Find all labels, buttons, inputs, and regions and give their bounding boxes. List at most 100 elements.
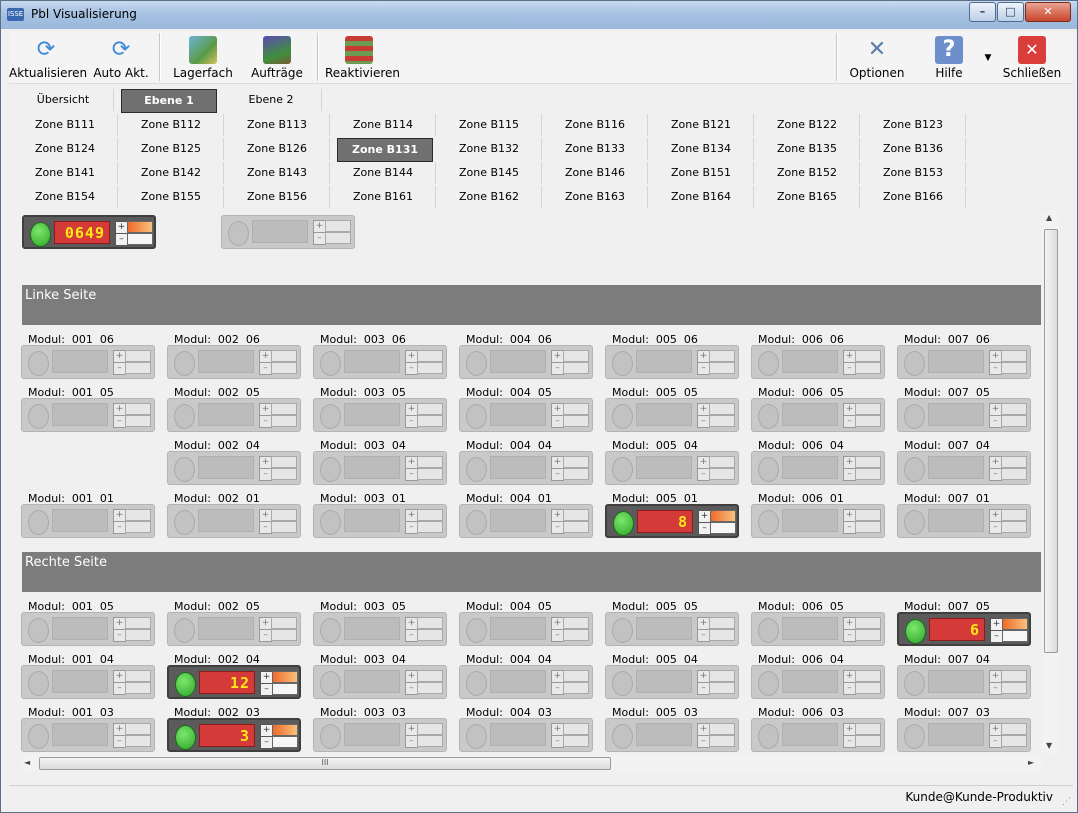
modul-006-06[interactable]: Modul: 006 06 + –: [751, 333, 885, 379]
horizontal-scrollbar[interactable]: ◄ III ►: [22, 755, 1042, 772]
modul-007-06[interactable]: Modul: 007 06 + –: [897, 333, 1031, 379]
modul-005-01[interactable]: Modul: 005 01 8 + –: [605, 492, 739, 538]
modul-003-03[interactable]: Modul: 003 03 + –: [313, 706, 447, 752]
zone-tab[interactable]: Zone B152: [755, 162, 860, 184]
minimize-button[interactable]: –: [969, 2, 996, 22]
zone-tab[interactable]: Zone B121: [649, 114, 754, 136]
vertical-scroll-thumb[interactable]: [1044, 229, 1058, 653]
modul-006-04[interactable]: Modul: 006 04 + –: [751, 439, 885, 485]
zone-tab[interactable]: Zone B133: [543, 138, 648, 160]
zone-tab[interactable]: Zone B142: [119, 162, 224, 184]
modul-001-06[interactable]: Modul: 001 06 + –: [21, 333, 155, 379]
zone-tab[interactable]: Zone B156: [225, 186, 330, 208]
scroll-right-arrow-icon[interactable]: ►: [1028, 758, 1034, 767]
reaktivieren-button[interactable]: Reaktivieren: [325, 33, 400, 83]
modul-001-05[interactable]: Modul: 001 05 + –: [21, 600, 155, 646]
modul-007-03[interactable]: Modul: 007 03 + –: [897, 706, 1031, 752]
modul-004-04[interactable]: Modul: 004 04 + –: [459, 439, 593, 485]
zone-tab[interactable]: Zone B151: [649, 162, 754, 184]
zone-tab[interactable]: Zone B134: [649, 138, 754, 160]
modul-002-05[interactable]: Modul: 002 05 + –: [167, 386, 301, 432]
modul-001-04[interactable]: Modul: 001 04 + –: [21, 653, 155, 699]
modul-004-04[interactable]: Modul: 004 04 + –: [459, 653, 593, 699]
vertical-scrollbar[interactable]: ▲ ▼: [1042, 211, 1059, 755]
modul-003-05[interactable]: Modul: 003 05 + –: [313, 386, 447, 432]
zone-tab[interactable]: Zone B131: [337, 138, 433, 162]
modul-004-05[interactable]: Modul: 004 05 + –: [459, 600, 593, 646]
modul-006-03[interactable]: Modul: 006 03 + –: [751, 706, 885, 752]
zone-tab[interactable]: Zone B122: [755, 114, 860, 136]
modul-006-01[interactable]: Modul: 006 01 + –: [751, 492, 885, 538]
zone-tab[interactable]: Zone B166: [861, 186, 966, 208]
modul-007-04[interactable]: Modul: 007 04 + –: [897, 653, 1031, 699]
zone-tab[interactable]: Zone B145: [437, 162, 542, 184]
level-tab[interactable]: Ebene 2: [221, 89, 322, 111]
zone-tab[interactable]: Zone B112: [119, 114, 224, 136]
level-tab[interactable]: Übersicht: [13, 89, 114, 111]
modul-004-03[interactable]: Modul: 004 03 + –: [459, 706, 593, 752]
modul-001-05[interactable]: Modul: 001 05 + –: [21, 386, 155, 432]
modul-006-05[interactable]: Modul: 006 05 + –: [751, 386, 885, 432]
zone-tab[interactable]: Zone B132: [437, 138, 542, 160]
maximize-button[interactable]: □: [997, 2, 1024, 22]
modul-002-05[interactable]: Modul: 002 05 + –: [167, 600, 301, 646]
modul-003-04[interactable]: Modul: 003 04 + –: [313, 439, 447, 485]
modul-003-06[interactable]: Modul: 003 06 + –: [313, 333, 447, 379]
resize-grip-icon[interactable]: ⋰: [1062, 797, 1071, 807]
zone-tab[interactable]: Zone B113: [225, 114, 330, 136]
modul-001-01[interactable]: Modul: 001 01 + –: [21, 492, 155, 538]
modul-007-05[interactable]: Modul: 007 05 6 + –: [897, 600, 1031, 646]
zone-tab[interactable]: Zone B116: [543, 114, 648, 136]
scroll-down-arrow-icon[interactable]: ▼: [1046, 741, 1052, 750]
close-window-button[interactable]: ✕: [1025, 2, 1071, 22]
zone-tab[interactable]: Zone B123: [861, 114, 966, 136]
modul-004-01[interactable]: Modul: 004 01 + –: [459, 492, 593, 538]
zone-tab[interactable]: Zone B162: [437, 186, 542, 208]
zone-tab[interactable]: Zone B126: [225, 138, 330, 160]
modul-002-03[interactable]: Modul: 002 03 3 + –: [167, 706, 301, 752]
modul-005-04[interactable]: Modul: 005 04 + –: [605, 439, 739, 485]
zone-tab[interactable]: Zone B141: [13, 162, 118, 184]
modul-007-05[interactable]: Modul: 007 05 + –: [897, 386, 1031, 432]
modul-001-03[interactable]: Modul: 001 03 + –: [21, 706, 155, 752]
modul-007-01[interactable]: Modul: 007 01 + –: [897, 492, 1031, 538]
zone-tab[interactable]: Zone B135: [755, 138, 860, 160]
scroll-up-arrow-icon[interactable]: ▲: [1046, 213, 1052, 222]
auto-akt-button[interactable]: ⟳ Auto Akt.: [93, 33, 149, 83]
modul-005-03[interactable]: Modul: 005 03 + –: [605, 706, 739, 752]
modul-002-06[interactable]: Modul: 002 06 + –: [167, 333, 301, 379]
lagerfach-button[interactable]: Lagerfach: [173, 33, 233, 83]
zone-tab[interactable]: Zone B164: [649, 186, 754, 208]
modul-005-05[interactable]: Modul: 005 05 + –: [605, 386, 739, 432]
modul-006-04[interactable]: Modul: 006 04 + –: [751, 653, 885, 699]
modul-002-04[interactable]: Modul: 002 04 12 + –: [167, 653, 301, 699]
zone-tab[interactable]: Zone B124: [13, 138, 118, 160]
modul-005-06[interactable]: Modul: 005 06 + –: [605, 333, 739, 379]
modul-004-05[interactable]: Modul: 004 05 + –: [459, 386, 593, 432]
modul-004-06[interactable]: Modul: 004 06 + –: [459, 333, 593, 379]
scroll-left-arrow-icon[interactable]: ◄: [24, 758, 30, 767]
modul-003-05[interactable]: Modul: 003 05 + –: [313, 600, 447, 646]
aktualisieren-button[interactable]: ⟳ Aktualisieren: [9, 33, 87, 83]
zone-tab[interactable]: Zone B111: [13, 114, 118, 136]
zone-tab[interactable]: Zone B154: [13, 186, 118, 208]
zone-tab[interactable]: Zone B114: [331, 114, 436, 136]
modul-005-05[interactable]: Modul: 005 05 + –: [605, 600, 739, 646]
zone-tab[interactable]: Zone B165: [755, 186, 860, 208]
zone-tab[interactable]: Zone B146: [543, 162, 648, 184]
schliessen-button[interactable]: ✕ Schließen: [1002, 33, 1062, 83]
zone-tab[interactable]: Zone B153: [861, 162, 966, 184]
zone-tab[interactable]: Zone B163: [543, 186, 648, 208]
hilfe-dropdown-arrow-icon[interactable]: ▼: [981, 33, 995, 83]
auftraege-button[interactable]: Aufträge: [245, 33, 309, 83]
zone-tab[interactable]: Zone B161: [331, 186, 436, 208]
zone-tab[interactable]: Zone B144: [331, 162, 436, 184]
modul-002-04[interactable]: Modul: 002 04 + –: [167, 439, 301, 485]
optionen-button[interactable]: ✕ Optionen: [847, 33, 907, 83]
modul-005-04[interactable]: Modul: 005 04 + –: [605, 653, 739, 699]
zone-tab[interactable]: Zone B155: [119, 186, 224, 208]
zone-tab[interactable]: Zone B136: [861, 138, 966, 160]
level-tab[interactable]: Ebene 1: [121, 89, 217, 113]
zone-tab[interactable]: Zone B143: [225, 162, 330, 184]
modul-003-01[interactable]: Modul: 003 01 + –: [313, 492, 447, 538]
